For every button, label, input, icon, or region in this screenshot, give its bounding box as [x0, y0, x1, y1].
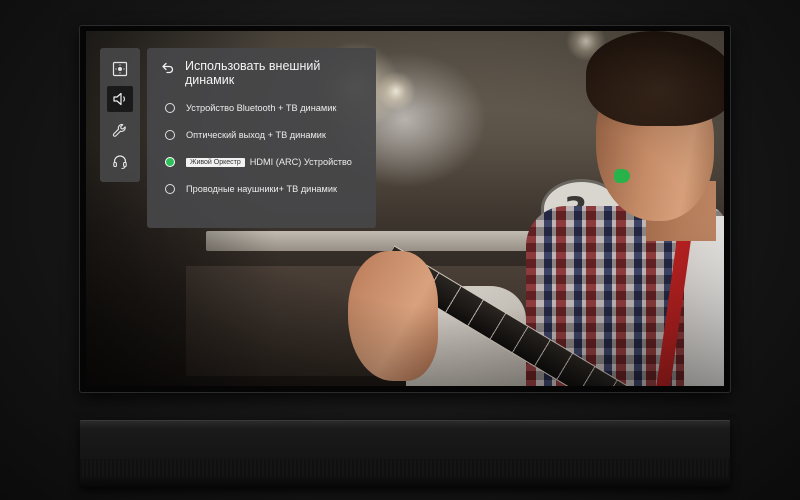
sidebar-item-sound[interactable] [107, 86, 133, 112]
option-bluetooth[interactable]: Устройство Bluetooth + ТВ динамик [165, 100, 370, 116]
sidebar-item-picture[interactable] [107, 56, 133, 82]
headset-icon [113, 155, 127, 169]
option-label: HDMI (ARC) Устройство [249, 157, 352, 167]
speaker-icon [113, 92, 125, 106]
radio-button[interactable] [165, 130, 175, 140]
external-speaker-menu: Использовать внешний динамик Устройство … [147, 48, 376, 228]
option-label: Проводные наушники+ ТВ динамик [186, 184, 337, 194]
soundbar [80, 420, 730, 487]
option-hdmi-arc[interactable]: Живой Оркестр HDMI (ARC) Устройство [165, 154, 370, 170]
option-optical[interactable]: Оптический выход + ТВ динамик [165, 127, 370, 143]
radio-button[interactable] [165, 103, 175, 113]
radio-button-selected[interactable] [165, 157, 175, 167]
sidebar-item-general[interactable] [107, 118, 133, 144]
menu-title: Использовать внешний динамик [185, 59, 321, 87]
option-label: Оптический выход + ТВ динамик [186, 130, 326, 140]
picture-settings-icon [112, 61, 128, 77]
live-orchestra-badge: Живой Оркестр [186, 157, 245, 167]
option-wired-headphones[interactable]: Проводные наушники+ ТВ динамик [165, 181, 370, 197]
soundbar-grille [80, 459, 730, 477]
back-arrow-icon[interactable] [161, 60, 175, 74]
sidebar-item-support[interactable] [107, 149, 133, 175]
settings-sidebar [100, 48, 140, 182]
wrench-icon [112, 124, 126, 137]
option-label: Устройство Bluetooth + ТВ динамик [186, 103, 337, 113]
radio-button[interactable] [165, 184, 175, 194]
